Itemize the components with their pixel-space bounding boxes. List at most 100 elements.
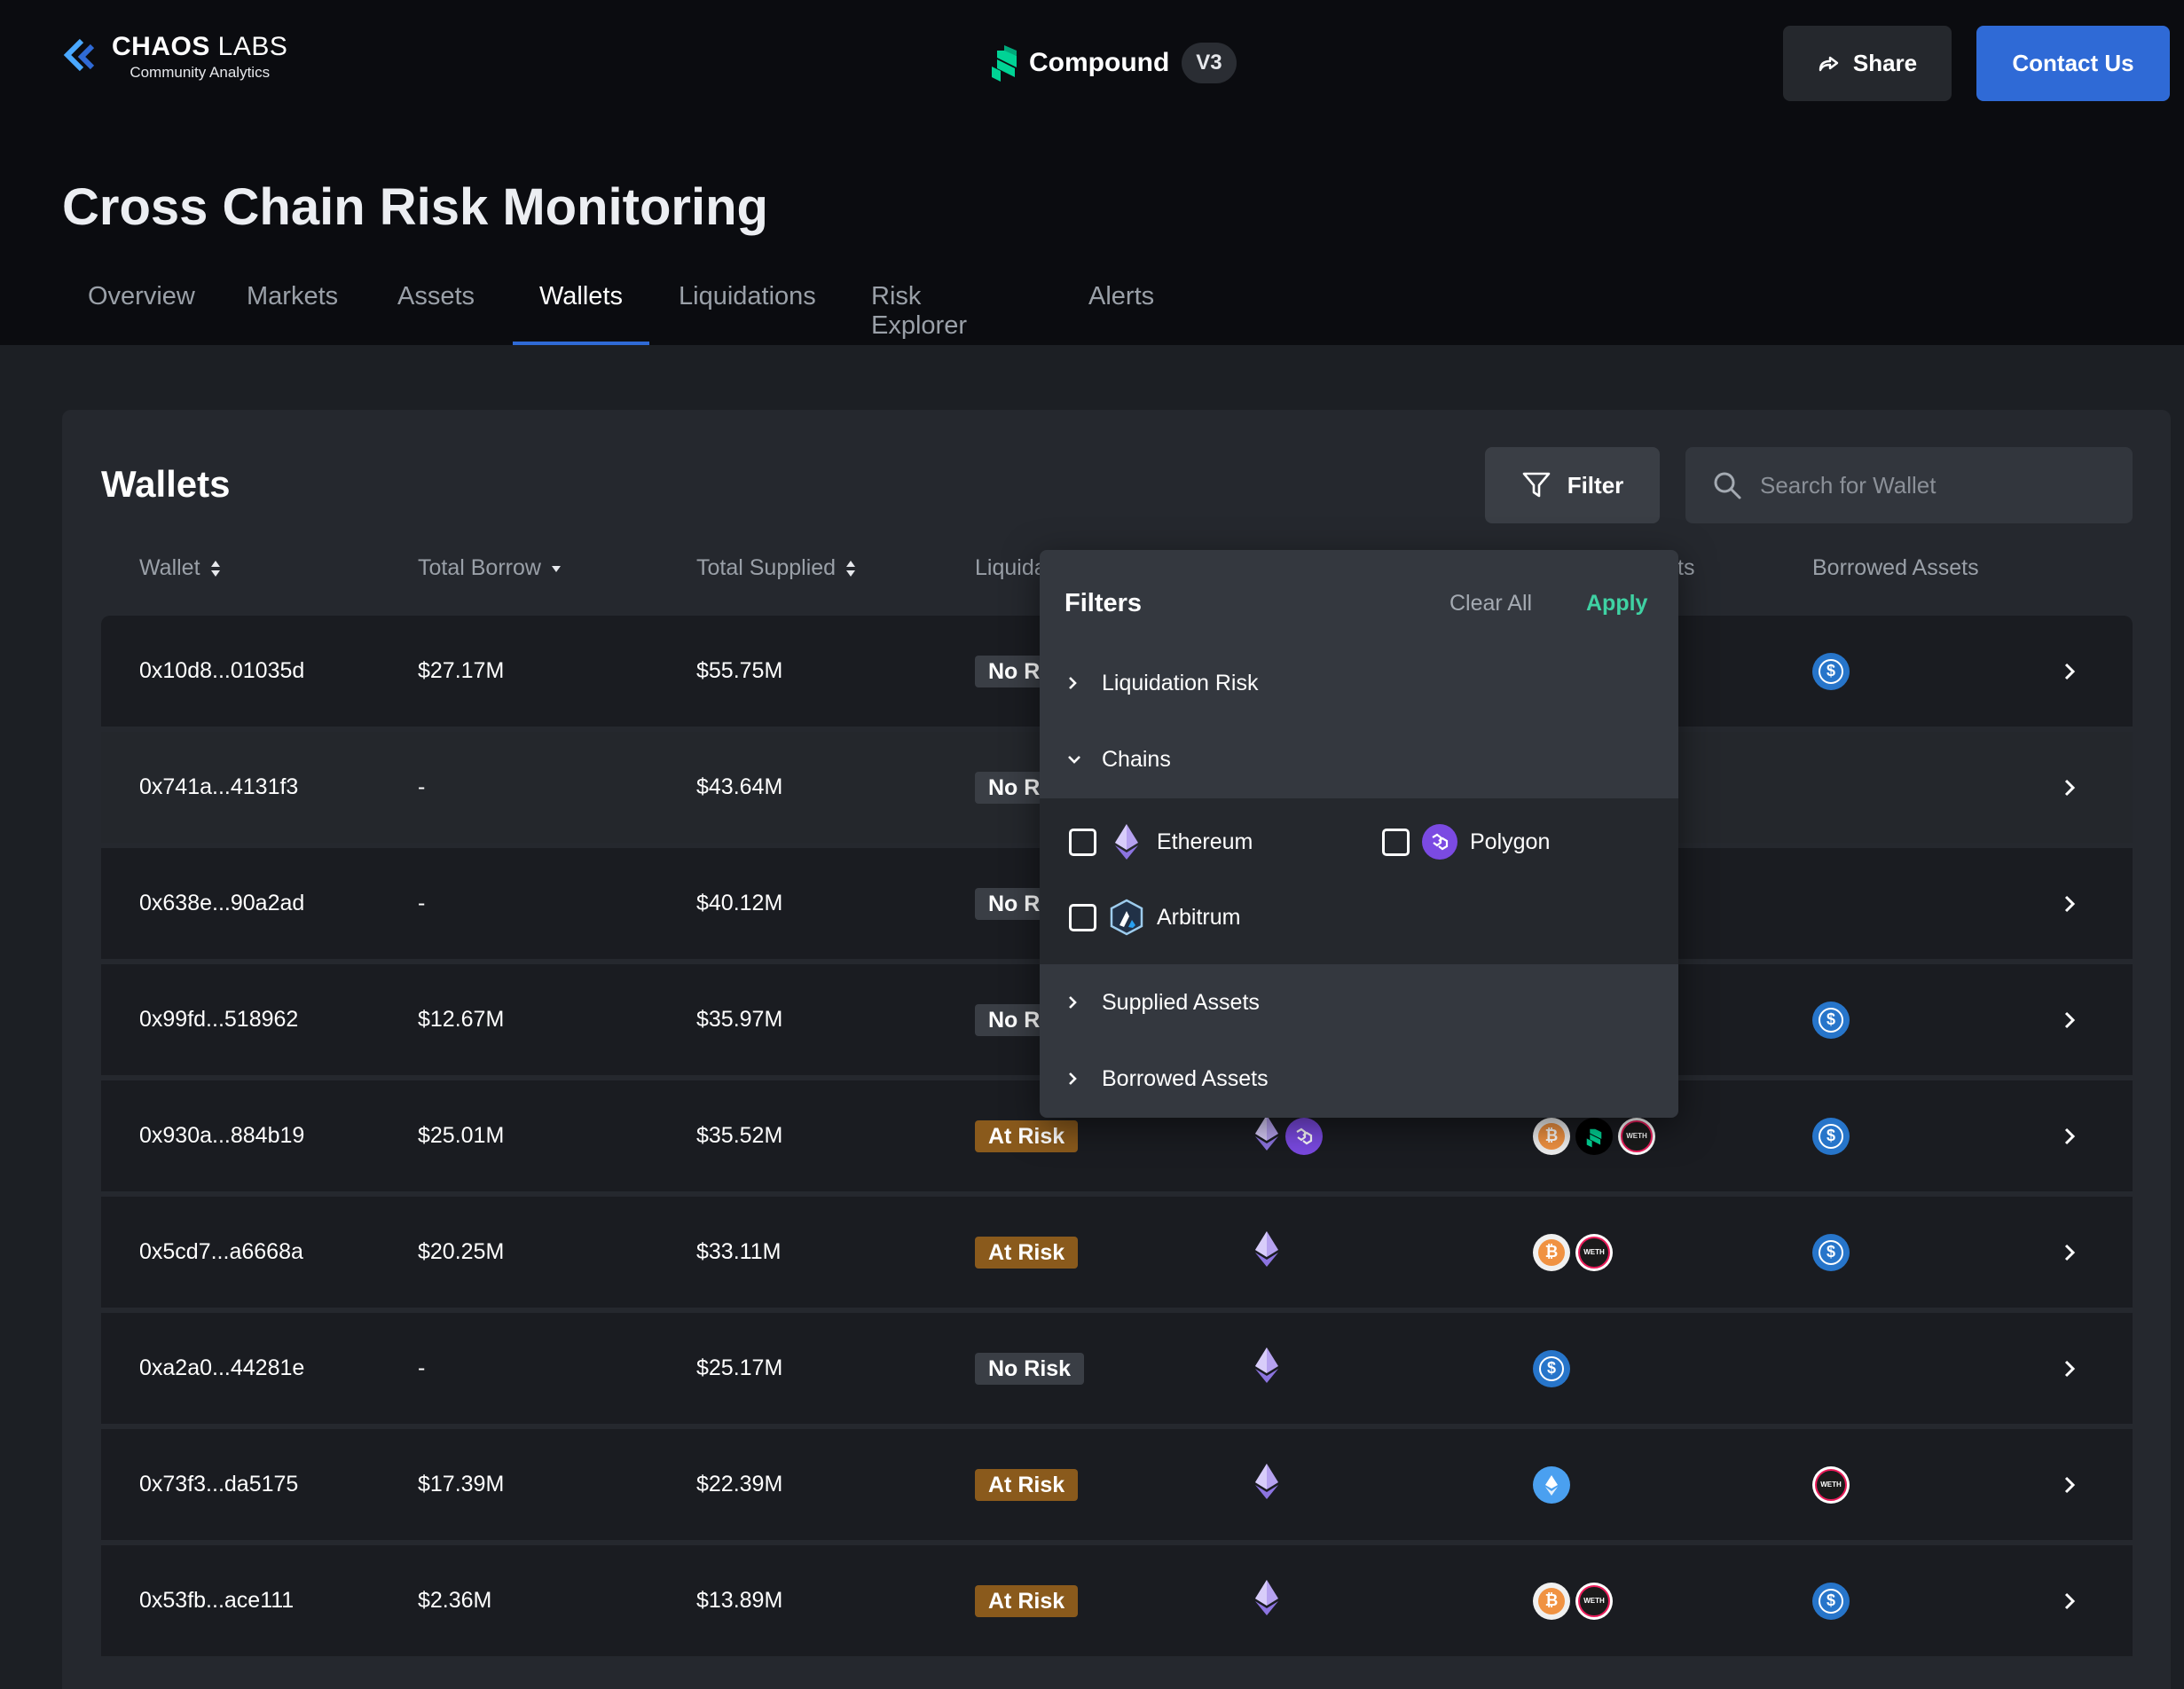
weth-icon: WETH xyxy=(1812,1465,1850,1504)
wallet-address[interactable]: 0x99fd...518962 xyxy=(139,964,298,1075)
chevron-right-icon xyxy=(2064,1360,2076,1377)
sort-desc-icon xyxy=(551,565,561,572)
total-borrow-value: $2.36M xyxy=(418,1588,492,1613)
chain-option-polygon[interactable]: Polygon xyxy=(1382,824,1550,860)
filter-section-label: Liquidation Risk xyxy=(1102,670,1259,695)
chains-cell xyxy=(1253,1197,1285,1308)
column-header-wallet[interactable]: Wallet xyxy=(139,555,222,581)
total-borrow-value: $17.39M xyxy=(418,1472,505,1497)
polygon-icon xyxy=(1285,1117,1323,1155)
tab-markets[interactable]: Markets xyxy=(247,282,338,345)
comp-icon xyxy=(1575,1117,1613,1155)
borrowed-assets-cell: $ xyxy=(1812,1197,1855,1308)
total-supplied-value: $40.12M xyxy=(696,891,783,915)
row-open-button[interactable] xyxy=(2062,1545,2078,1656)
row-open-button[interactable] xyxy=(2062,964,2078,1075)
wallet-address[interactable]: 0x5cd7...a6668a xyxy=(139,1197,303,1308)
tab-overview[interactable]: Overview xyxy=(88,282,195,345)
row-open-button[interactable] xyxy=(2062,848,2078,959)
row-open-button[interactable] xyxy=(2062,1313,2078,1424)
tab-liquidations[interactable]: Liquidations xyxy=(679,282,816,345)
product-name: Compound xyxy=(1029,48,1170,77)
wallet-address[interactable]: 0xa2a0...44281e xyxy=(139,1313,304,1424)
tab-risk-explorer[interactable]: Risk Explorer xyxy=(871,282,967,345)
filters-title: Filters xyxy=(1065,589,1143,617)
chains-cell xyxy=(1253,1545,1285,1656)
column-header-borrowed-assets[interactable]: Borrowed Assets xyxy=(1812,555,1979,581)
ethereum-icon xyxy=(1253,1114,1280,1158)
checkbox[interactable] xyxy=(1382,828,1410,856)
wallet-search[interactable] xyxy=(1685,447,2133,523)
chaos-labs-logo-icon xyxy=(63,38,95,72)
chevron-right-icon xyxy=(2064,1011,2076,1028)
chain-option-ethereum[interactable]: Ethereum xyxy=(1069,824,1253,860)
table-row[interactable]: 0xa2a0...44281e - $25.17M No Risk $ xyxy=(101,1313,2133,1426)
total-borrow-value: $25.01M xyxy=(418,1123,505,1148)
column-header-total-borrow[interactable]: Total Borrow xyxy=(418,555,562,581)
risk-badge: At Risk xyxy=(975,1236,1079,1269)
wallet-address[interactable]: 0x53fb...ace111 xyxy=(139,1545,294,1656)
tab-wallets[interactable]: Wallets xyxy=(513,282,649,345)
borrowed-assets-cell: $ xyxy=(1812,616,1855,727)
filter-section-liquidation-risk[interactable]: Liquidation Risk xyxy=(1040,648,1678,719)
supplied-assets-cell xyxy=(1533,1429,1575,1540)
chevron-right-icon xyxy=(2064,1592,2076,1609)
weth-icon: WETH xyxy=(1575,1233,1613,1271)
table-row[interactable]: 0x53fb...ace111 $2.36M $13.89M At Risk ₿ WETH… xyxy=(101,1545,2133,1659)
filter-button[interactable]: Filter xyxy=(1485,447,1660,523)
tab-alerts[interactable]: Alerts xyxy=(1088,282,1154,345)
row-open-button[interactable] xyxy=(2062,1197,2078,1308)
product-version-badge: V3 xyxy=(1182,43,1237,83)
table-row[interactable]: 0x5cd7...a6668a $20.25M $33.11M At Risk ₿ WET… xyxy=(101,1197,2133,1310)
table-row[interactable]: 0x73f3...da5175 $17.39M $22.39M At Risk WETH xyxy=(101,1429,2133,1543)
row-open-button[interactable] xyxy=(2062,1080,2078,1191)
chain-option-arbitrum[interactable]: Arbitrum xyxy=(1069,899,1240,936)
row-open-button[interactable] xyxy=(2062,1429,2078,1540)
wallet-address[interactable]: 0x10d8...01035d xyxy=(139,616,304,727)
share-button[interactable]: Share xyxy=(1783,26,1952,101)
tab-assets[interactable]: Assets xyxy=(397,282,475,345)
wallet-address[interactable]: 0x741a...4131f3 xyxy=(139,732,298,843)
ethereum-icon xyxy=(1253,1463,1280,1506)
chevron-right-icon xyxy=(1069,1072,1077,1085)
contact-us-button[interactable]: Contact Us xyxy=(1976,26,2170,101)
total-supplied-value: $43.64M xyxy=(696,774,783,799)
filter-section-supplied-assets[interactable]: Supplied Assets xyxy=(1040,967,1678,1038)
chaos-labs-logo[interactable]: CHAOS LABS Community Analytics xyxy=(62,32,287,82)
product-badge: Compound V3 xyxy=(988,43,1237,83)
clear-all-button[interactable]: Clear All xyxy=(1449,591,1532,617)
apply-button[interactable]: Apply xyxy=(1586,591,1647,617)
wallet-address[interactable]: 0x638e...90a2ad xyxy=(139,848,304,959)
checkbox[interactable] xyxy=(1069,828,1096,856)
checkbox[interactable] xyxy=(1069,903,1096,931)
column-header-total-supplied[interactable]: Total Supplied xyxy=(696,555,857,581)
total-supplied-value: $55.75M xyxy=(696,658,783,683)
row-open-button[interactable] xyxy=(2062,732,2078,843)
chevron-right-icon xyxy=(2064,1476,2076,1493)
wallet-address[interactable]: 0x73f3...da5175 xyxy=(139,1429,298,1540)
brand-name-light: LABS xyxy=(209,32,288,61)
chevron-down-icon xyxy=(1068,756,1080,764)
column-label: Total Borrow xyxy=(418,555,541,580)
arbitrum-icon xyxy=(1110,899,1143,936)
total-borrow-value: $12.67M xyxy=(418,1007,505,1032)
total-borrow-value: - xyxy=(418,774,426,799)
brand-subtitle: Community Analytics xyxy=(130,64,271,81)
wallet-address[interactable]: 0x930a...884b19 xyxy=(139,1080,304,1191)
column-label: Wallet xyxy=(139,555,200,580)
column-header-supplied-assets[interactable]: ts xyxy=(1677,555,1694,581)
total-borrow-value: - xyxy=(418,1355,426,1380)
sort-icon xyxy=(846,560,856,577)
borrowed-assets-cell: $ xyxy=(1812,964,1855,1075)
search-input[interactable] xyxy=(1760,471,2115,499)
supplied-assets-cell: ₿ WETH xyxy=(1533,1545,1618,1656)
total-supplied-value: $35.97M xyxy=(696,1007,783,1032)
ethereum-icon xyxy=(1253,1579,1280,1622)
filter-section-borrowed-assets[interactable]: Borrowed Assets xyxy=(1040,1043,1678,1114)
filter-section-chains[interactable]: Chains xyxy=(1040,724,1678,795)
filter-section-label: Borrowed Assets xyxy=(1102,1065,1269,1091)
row-open-button[interactable] xyxy=(2062,616,2078,727)
column-header-liquidation-risk[interactable]: Liquida xyxy=(975,555,1047,581)
chevron-right-icon xyxy=(2064,895,2076,912)
funnel-icon xyxy=(1522,472,1551,498)
